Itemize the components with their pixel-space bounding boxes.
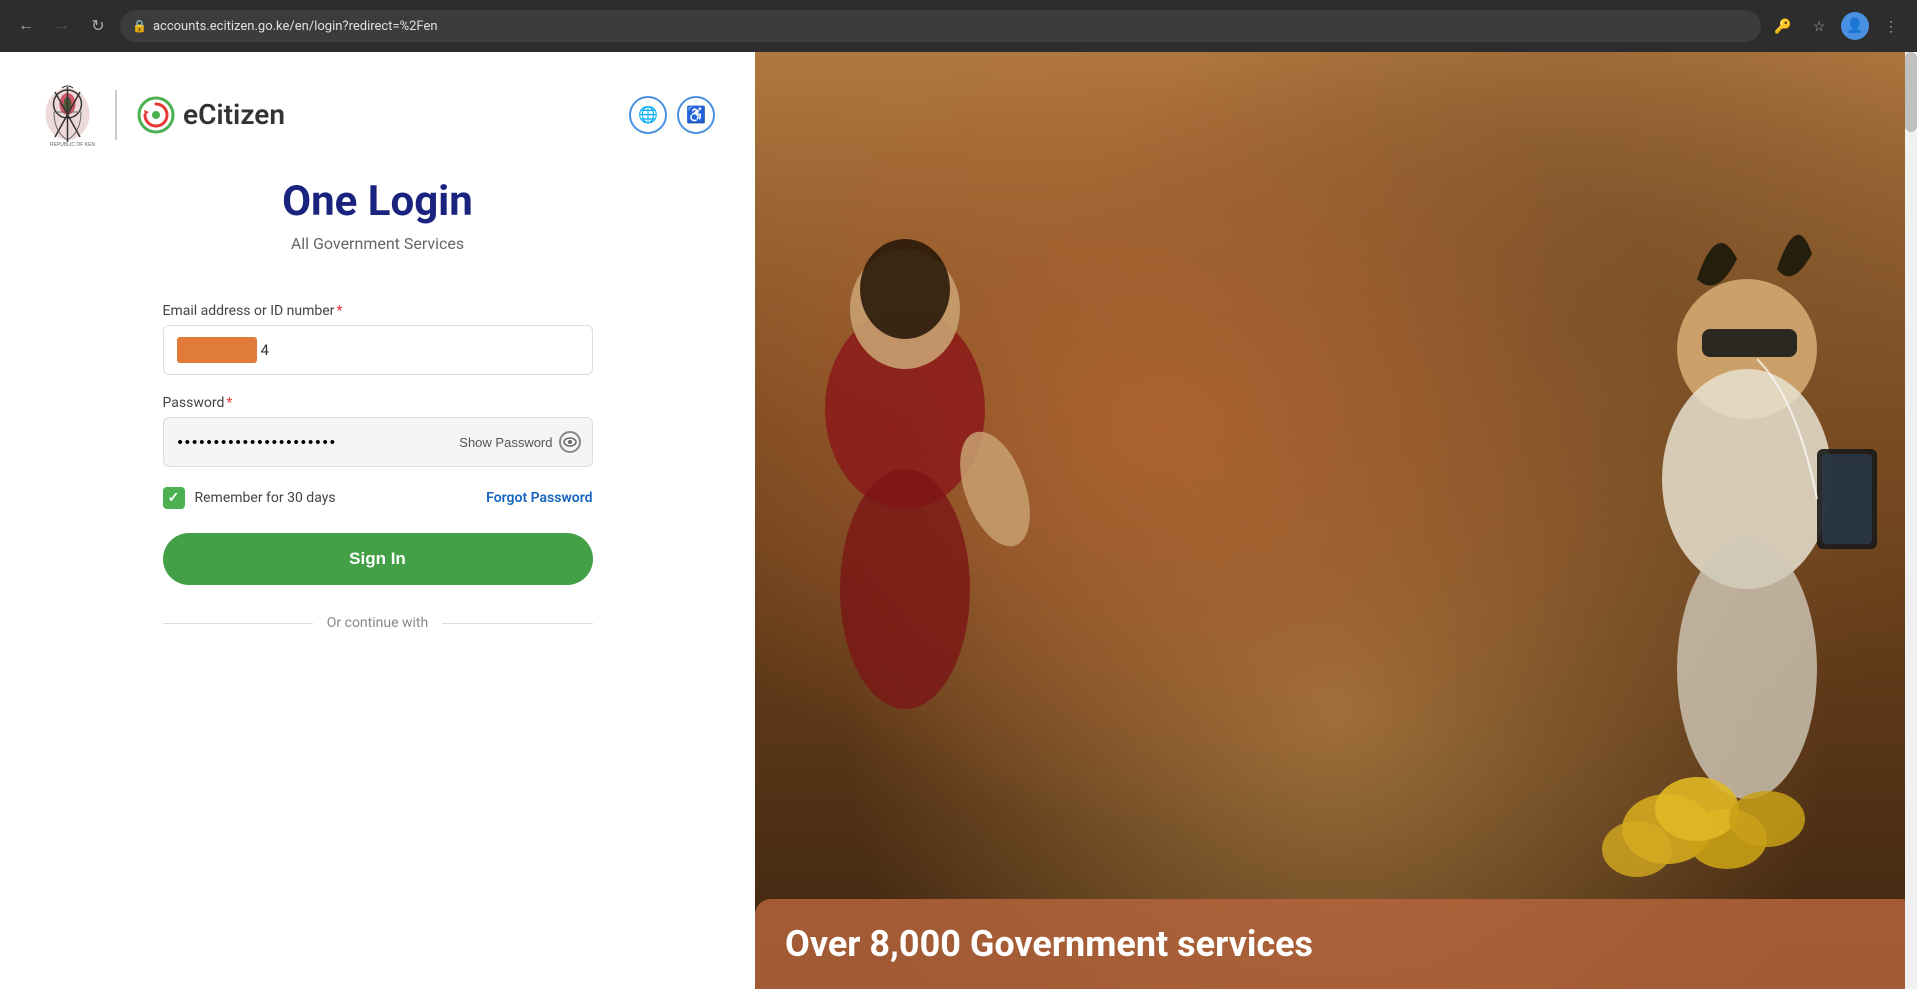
profile-avatar[interactable]: 👤 bbox=[1841, 12, 1869, 40]
back-button[interactable]: ← bbox=[12, 12, 40, 40]
header-row: REPUBLIC OF KENYA eCitizen bbox=[40, 82, 715, 147]
url-text: accounts.ecitizen.go.ke/en/login?redirec… bbox=[153, 19, 1749, 34]
globe-icon: 🌐 bbox=[638, 105, 658, 124]
photo-scene bbox=[755, 52, 1917, 989]
svg-text:REPUBLIC OF KENYA: REPUBLIC OF KENYA bbox=[50, 142, 95, 147]
email-required-star: * bbox=[336, 303, 342, 319]
services-number: 8,000 bbox=[869, 923, 960, 965]
email-label: Email address or ID number* bbox=[163, 303, 593, 319]
profile-icon: 👤 bbox=[1846, 18, 1863, 34]
scrollbar[interactable] bbox=[1905, 52, 1917, 989]
forgot-password-link[interactable]: Forgot Password bbox=[486, 490, 592, 506]
more-icon: ⋮ bbox=[1884, 18, 1898, 35]
login-form: Email address or ID number* 4 Password* … bbox=[163, 303, 593, 651]
back-arrow-icon: ← bbox=[18, 17, 34, 35]
sign-in-button[interactable]: Sign In bbox=[163, 533, 593, 585]
reload-button[interactable]: ↻ bbox=[84, 12, 112, 40]
header-icons: 🌐 ♿ bbox=[629, 96, 715, 134]
password-wrapper: Show Password bbox=[163, 417, 593, 467]
services-prefix: Over bbox=[785, 923, 869, 965]
photo-background: Over 8,000 Government services bbox=[755, 52, 1917, 989]
reload-icon: ↻ bbox=[91, 16, 104, 36]
show-password-button[interactable]: Show Password bbox=[459, 431, 580, 453]
fruits-svg bbox=[1587, 709, 1837, 909]
more-button[interactable]: ⋮ bbox=[1877, 12, 1905, 40]
page-subtitle: All Government Services bbox=[291, 234, 464, 253]
accessibility-button[interactable]: ♿ bbox=[677, 96, 715, 134]
remember-me-label: Remember for 30 days bbox=[195, 490, 336, 506]
eye-icon bbox=[559, 431, 581, 453]
accessibility-icon: ♿ bbox=[686, 105, 706, 124]
page-content: REPUBLIC OF KENYA eCitizen bbox=[0, 52, 1917, 989]
show-password-label: Show Password bbox=[459, 435, 552, 450]
right-panel: Over 8,000 Government services bbox=[755, 52, 1917, 989]
checkmark-icon: ✓ bbox=[168, 490, 180, 506]
login-panel: REPUBLIC OF KENYA eCitizen bbox=[0, 52, 755, 989]
forward-button[interactable]: → bbox=[48, 12, 76, 40]
ecitizen-logo: eCitizen bbox=[137, 96, 285, 134]
ecitizen-brand-name: eCitizen bbox=[183, 98, 285, 131]
logo-area: REPUBLIC OF KENYA eCitizen bbox=[40, 82, 285, 147]
person-left-svg bbox=[775, 209, 1095, 929]
browser-chrome: ← → ↻ 🔒 accounts.ecitizen.go.ke/en/login… bbox=[0, 0, 1917, 52]
checkbox-row: ✓ Remember for 30 days Forgot Password bbox=[163, 487, 593, 509]
address-bar[interactable]: 🔒 accounts.ecitizen.go.ke/en/login?redir… bbox=[120, 10, 1761, 42]
services-overlay-card: Over 8,000 Government services bbox=[755, 899, 1917, 989]
ecitizen-circle-icon bbox=[137, 96, 175, 134]
remember-me-section: ✓ Remember for 30 days bbox=[163, 487, 336, 509]
lock-icon: 🔒 bbox=[132, 19, 147, 33]
page-title: One Login bbox=[282, 177, 473, 226]
email-input-wrapper: 4 bbox=[163, 325, 593, 375]
forward-arrow-icon: → bbox=[54, 17, 70, 35]
star-icon: ☆ bbox=[1813, 18, 1826, 35]
services-text: Over 8,000 Government services bbox=[785, 923, 1887, 965]
password-required-star: * bbox=[226, 395, 232, 411]
services-suffix: Government services bbox=[961, 923, 1313, 965]
browser-actions: 🔑 ☆ 👤 ⋮ bbox=[1769, 12, 1905, 40]
logo-divider bbox=[115, 90, 117, 140]
key-button[interactable]: 🔑 bbox=[1769, 12, 1797, 40]
email-input[interactable] bbox=[163, 325, 593, 375]
password-label: Password* bbox=[163, 395, 593, 411]
or-continue-divider: Or continue with bbox=[163, 615, 593, 631]
kenya-crest-logo: REPUBLIC OF KENYA bbox=[40, 82, 95, 147]
or-continue-text: Or continue with bbox=[327, 615, 428, 631]
language-button[interactable]: 🌐 bbox=[629, 96, 667, 134]
star-button[interactable]: ☆ bbox=[1805, 12, 1833, 40]
scrollbar-thumb[interactable] bbox=[1905, 52, 1917, 132]
remember-me-checkbox[interactable]: ✓ bbox=[163, 487, 185, 509]
